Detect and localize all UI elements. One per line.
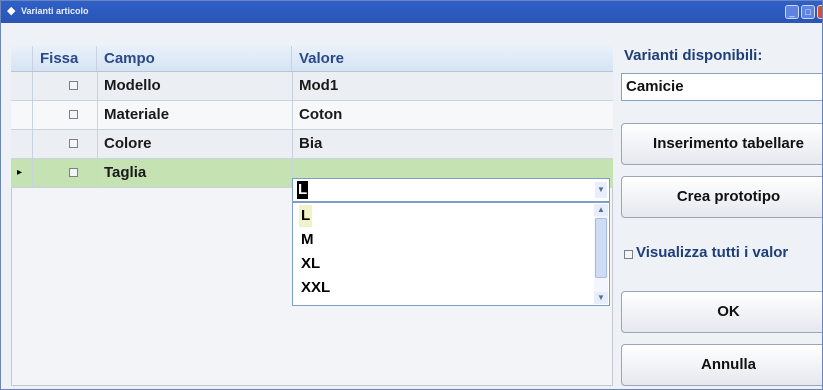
dropdown-option[interactable]: XL xyxy=(301,253,320,275)
annulla-button[interactable]: Annulla xyxy=(621,344,822,386)
header-fissa[interactable]: Fissa xyxy=(33,46,97,71)
fissa-checkbox[interactable] xyxy=(69,81,78,90)
maximize-button[interactable]: □ xyxy=(801,5,815,19)
combo-value: L xyxy=(297,181,309,199)
row-indicator[interactable] xyxy=(11,72,33,100)
window-title: Varianti articolo xyxy=(21,6,89,16)
scroll-down-icon[interactable]: ▼ xyxy=(594,292,608,304)
app-icon: ◆ xyxy=(7,5,16,17)
visualizza-checkbox[interactable] xyxy=(624,250,633,259)
row-indicator[interactable]: ▸ xyxy=(11,159,33,187)
visualizza-label[interactable]: Visualizza tutti i valor xyxy=(636,244,788,261)
chevron-down-icon[interactable]: ▼ xyxy=(595,182,607,198)
variant-dialog: ◆ Varianti articolo _ □ × Fissa Campo Va… xyxy=(0,0,823,390)
fissa-checkbox[interactable] xyxy=(69,139,78,148)
table-row[interactable]: Materiale Coton xyxy=(11,101,613,130)
table-row[interactable]: Modello Mod1 xyxy=(11,72,613,101)
current-row-arrow-icon: ▸ xyxy=(17,167,23,178)
dropdown-option[interactable]: L xyxy=(299,205,313,227)
campo-cell: Colore xyxy=(104,135,152,152)
valore-combo[interactable]: L ▼ xyxy=(292,178,610,202)
inserimento-tabellare-button[interactable]: Inserimento tabellare xyxy=(621,123,822,165)
minimize-button[interactable]: _ xyxy=(785,5,799,19)
dropdown-option[interactable]: M xyxy=(301,229,314,251)
header-campo[interactable]: Campo xyxy=(97,46,292,71)
varianti-select[interactable]: Camicie xyxy=(621,73,822,101)
campo-cell: Materiale xyxy=(104,106,170,123)
dropdown-scrollbar[interactable]: ▲ ▼ xyxy=(594,204,608,304)
crea-prototipo-button[interactable]: Crea prototipo xyxy=(621,176,822,218)
ok-button[interactable]: OK xyxy=(621,291,822,333)
grid-header: Fissa Campo Valore xyxy=(11,46,613,72)
scroll-up-icon[interactable]: ▲ xyxy=(594,204,608,216)
valore-cell[interactable]: Bia xyxy=(299,130,322,158)
close-button[interactable]: × xyxy=(817,5,822,19)
fissa-checkbox[interactable] xyxy=(69,110,78,119)
varianti-label: Varianti disponibili: xyxy=(624,47,763,64)
table-row[interactable]: Colore Bia xyxy=(11,130,613,159)
column-divider xyxy=(97,72,98,188)
scroll-thumb[interactable] xyxy=(595,218,607,278)
row-indicator[interactable] xyxy=(11,101,33,129)
fissa-checkbox[interactable] xyxy=(69,168,78,177)
column-divider xyxy=(292,72,293,178)
valore-dropdown-list: L M XL XXL ▲ ▼ xyxy=(292,202,610,306)
campo-cell: Modello xyxy=(104,77,161,94)
title-bar[interactable]: ◆ Varianti articolo _ □ × xyxy=(1,1,822,23)
dropdown-option[interactable]: XXL xyxy=(301,277,330,299)
header-valore[interactable]: Valore xyxy=(292,46,613,71)
row-indicator[interactable] xyxy=(11,130,33,158)
header-indicator-cell xyxy=(11,46,33,71)
valore-cell[interactable]: Mod1 xyxy=(299,72,338,100)
campo-cell: Taglia xyxy=(104,164,147,181)
valore-cell[interactable]: Coton xyxy=(299,101,342,129)
varianti-select-value: Camicie xyxy=(626,78,684,95)
